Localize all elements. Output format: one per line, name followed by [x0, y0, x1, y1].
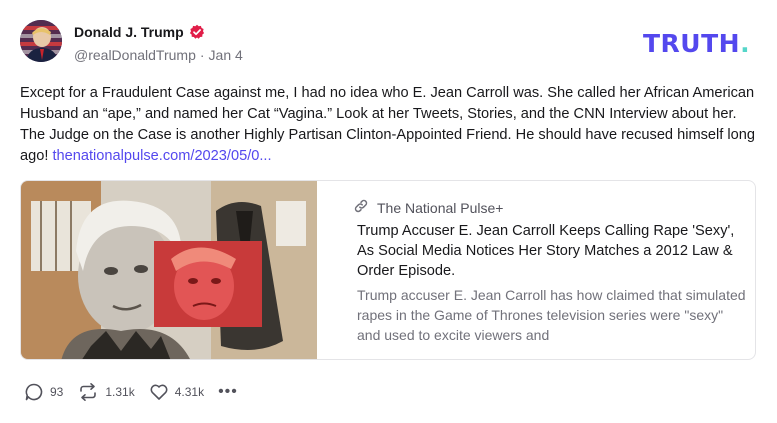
retruth-count: 1.31k — [105, 385, 135, 399]
post-actions: 93 1.31k 4.31k ••• — [24, 382, 238, 402]
author-name[interactable]: Donald J. Trump — [74, 24, 184, 40]
link-preview-source-name: The National Pulse+ — [377, 199, 504, 216]
truth-logo[interactable]: TRUTH. — [643, 29, 750, 58]
link-preview-source: The National Pulse+ — [353, 198, 503, 217]
like-count: 4.31k — [174, 385, 205, 399]
separator: · — [199, 47, 205, 63]
truth-logo-dot: . — [740, 29, 751, 58]
link-preview-image — [21, 181, 317, 359]
retruth-button[interactable]: 1.31k — [77, 382, 135, 402]
heart-icon — [149, 382, 169, 402]
link-preview-title: Trump Accuser E. Jean Carroll Keeps Call… — [357, 223, 735, 279]
reply-bubble-icon — [24, 382, 44, 402]
link-icon — [353, 198, 369, 217]
verified-badge-icon — [189, 24, 205, 40]
link-preview-body: The National Pulse+ Trump Accuser E. Jea… — [337, 181, 746, 359]
reply-button[interactable]: 93 — [24, 382, 63, 402]
more-dots-icon[interactable]: ••• — [218, 384, 238, 400]
handle-line: @realDonaldTrump · Jan 4 — [74, 47, 243, 63]
avatar[interactable] — [20, 20, 62, 62]
post-body: Except for a Fraudulent Case against me,… — [20, 83, 760, 167]
truth-logo-text: TRUTH — [643, 29, 741, 58]
post-link[interactable]: thenationalpulse.com/2023/05/0... — [52, 148, 271, 164]
reply-count: 93 — [50, 385, 64, 399]
like-button[interactable]: 4.31k — [149, 382, 204, 402]
link-preview-card[interactable]: The National Pulse+ Trump Accuser E. Jea… — [20, 180, 756, 360]
author-handle[interactable]: @realDonaldTrump — [74, 47, 196, 63]
post-date[interactable]: Jan 4 — [209, 47, 243, 63]
truth-social-post: Donald J. Trump @realDonaldTrump · Jan 4 T… — [0, 0, 777, 423]
repost-arrows-icon — [77, 382, 99, 402]
link-preview-description: Trump accuser E. Jean Carroll has how cl… — [357, 287, 746, 343]
author-name-row: Donald J. Trump — [74, 24, 205, 40]
